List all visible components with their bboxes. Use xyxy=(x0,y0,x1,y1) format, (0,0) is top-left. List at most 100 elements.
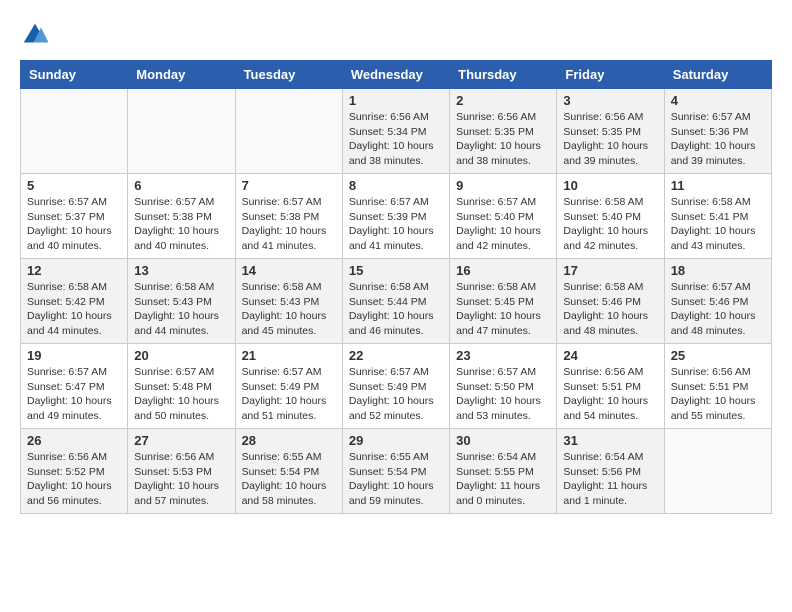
calendar-day-cell: 31 Sunrise: 6:54 AM Sunset: 5:56 PM Dayli… xyxy=(557,429,664,514)
calendar-day-cell xyxy=(21,89,128,174)
day-info: Sunrise: 6:56 AM Sunset: 5:51 PM Dayligh… xyxy=(671,365,765,424)
calendar-day-cell: 22 Sunrise: 6:57 AM Sunset: 5:49 PM Dayli… xyxy=(342,344,449,429)
day-info: Sunrise: 6:56 AM Sunset: 5:51 PM Dayligh… xyxy=(563,365,657,424)
calendar-day-cell: 13 Sunrise: 6:58 AM Sunset: 5:43 PM Dayli… xyxy=(128,259,235,344)
calendar-day-cell: 9 Sunrise: 6:57 AM Sunset: 5:40 PM Daylig… xyxy=(450,174,557,259)
page-header xyxy=(20,20,772,50)
calendar-day-cell: 24 Sunrise: 6:56 AM Sunset: 5:51 PM Dayli… xyxy=(557,344,664,429)
calendar-table: SundayMondayTuesdayWednesdayThursdayFrid… xyxy=(20,60,772,514)
calendar-day-cell: 3 Sunrise: 6:56 AM Sunset: 5:35 PM Daylig… xyxy=(557,89,664,174)
calendar-day-cell: 28Sunrise: 6:55 AM Sunset: 5:54 PM Dayli… xyxy=(235,429,342,514)
day-number: 5 xyxy=(27,178,121,193)
calendar-day-cell: 8 Sunrise: 6:57 AM Sunset: 5:39 PM Daylig… xyxy=(342,174,449,259)
day-number: 15 xyxy=(349,263,443,278)
day-info: Sunrise: 6:58 AM Sunset: 5:43 PM Dayligh… xyxy=(242,280,336,339)
weekday-header: Saturday xyxy=(664,61,771,89)
calendar-week-row: 1 Sunrise: 6:56 AM Sunset: 5:34 PM Daylig… xyxy=(21,89,772,174)
calendar-week-row: 26 Sunrise: 6:56 AM Sunset: 5:52 PM Dayli… xyxy=(21,429,772,514)
day-number: 7 xyxy=(242,178,336,193)
day-info: Sunrise: 6:58 AM Sunset: 5:45 PM Dayligh… xyxy=(456,280,550,339)
day-info: Sunrise: 6:57 AM Sunset: 5:38 PM Dayligh… xyxy=(134,195,228,254)
calendar-day-cell: 10 Sunrise: 6:58 AM Sunset: 5:40 PM Dayli… xyxy=(557,174,664,259)
weekday-header: Tuesday xyxy=(235,61,342,89)
day-info: Sunrise: 6:55 AM Sunset: 5:54 PM Dayligh… xyxy=(349,450,443,509)
day-info: Sunrise: 6:57 AM Sunset: 5:37 PM Dayligh… xyxy=(27,195,121,254)
weekday-header: Wednesday xyxy=(342,61,449,89)
day-number: 14 xyxy=(242,263,336,278)
day-number: 23 xyxy=(456,348,550,363)
day-info: Sunrise: 6:58 AM Sunset: 5:44 PM Dayligh… xyxy=(349,280,443,339)
day-number: 9 xyxy=(456,178,550,193)
day-info: Sunrise: 6:57 AM Sunset: 5:39 PM Dayligh… xyxy=(349,195,443,254)
day-info: Sunrise: 6:56 AM Sunset: 5:52 PM Dayligh… xyxy=(27,450,121,509)
day-info: Sunrise: 6:56 AM Sunset: 5:35 PM Dayligh… xyxy=(456,110,550,169)
day-number: 30 xyxy=(456,433,550,448)
logo xyxy=(20,20,54,50)
day-info: Sunrise: 6:57 AM Sunset: 5:46 PM Dayligh… xyxy=(671,280,765,339)
calendar-day-cell: 12 Sunrise: 6:58 AM Sunset: 5:42 PM Dayli… xyxy=(21,259,128,344)
day-number: 6 xyxy=(134,178,228,193)
day-info: Sunrise: 6:57 AM Sunset: 5:48 PM Dayligh… xyxy=(134,365,228,424)
day-number: 16 xyxy=(456,263,550,278)
day-info: Sunrise: 6:56 AM Sunset: 5:35 PM Dayligh… xyxy=(563,110,657,169)
calendar-day-cell: 14 Sunrise: 6:58 AM Sunset: 5:43 PM Dayli… xyxy=(235,259,342,344)
day-info: Sunrise: 6:58 AM Sunset: 5:41 PM Dayligh… xyxy=(671,195,765,254)
calendar-day-cell: 21Sunrise: 6:57 AM Sunset: 5:49 PM Dayli… xyxy=(235,344,342,429)
day-number: 18 xyxy=(671,263,765,278)
day-info: Sunrise: 6:58 AM Sunset: 5:43 PM Dayligh… xyxy=(134,280,228,339)
day-number: 20 xyxy=(134,348,228,363)
calendar-day-cell: 29Sunrise: 6:55 AM Sunset: 5:54 PM Dayli… xyxy=(342,429,449,514)
calendar-week-row: 12 Sunrise: 6:58 AM Sunset: 5:42 PM Dayli… xyxy=(21,259,772,344)
day-info: Sunrise: 6:57 AM Sunset: 5:49 PM Dayligh… xyxy=(349,365,443,424)
day-number: 12 xyxy=(27,263,121,278)
weekday-header: Sunday xyxy=(21,61,128,89)
calendar-day-cell: 2Sunrise: 6:56 AM Sunset: 5:35 PM Daylig… xyxy=(450,89,557,174)
calendar-day-cell xyxy=(664,429,771,514)
day-info: Sunrise: 6:54 AM Sunset: 5:56 PM Dayligh… xyxy=(563,450,657,509)
day-info: Sunrise: 6:56 AM Sunset: 5:34 PM Dayligh… xyxy=(349,110,443,169)
day-number: 1 xyxy=(349,93,443,108)
day-info: Sunrise: 6:57 AM Sunset: 5:38 PM Dayligh… xyxy=(242,195,336,254)
day-number: 27 xyxy=(134,433,228,448)
calendar-day-cell xyxy=(128,89,235,174)
calendar-day-cell: 20 Sunrise: 6:57 AM Sunset: 5:48 PM Dayli… xyxy=(128,344,235,429)
day-number: 8 xyxy=(349,178,443,193)
calendar-day-cell: 15 Sunrise: 6:58 AM Sunset: 5:44 PM Dayli… xyxy=(342,259,449,344)
day-number: 26 xyxy=(27,433,121,448)
day-number: 19 xyxy=(27,348,121,363)
day-number: 13 xyxy=(134,263,228,278)
day-number: 25 xyxy=(671,348,765,363)
calendar-day-cell: 26 Sunrise: 6:56 AM Sunset: 5:52 PM Dayli… xyxy=(21,429,128,514)
calendar-day-cell: 30 Sunrise: 6:54 AM Sunset: 5:55 PM Dayli… xyxy=(450,429,557,514)
calendar-day-cell: 23 Sunrise: 6:57 AM Sunset: 5:50 PM Dayli… xyxy=(450,344,557,429)
day-info: Sunrise: 6:58 AM Sunset: 5:42 PM Dayligh… xyxy=(27,280,121,339)
logo-icon xyxy=(20,20,50,50)
weekday-header: Friday xyxy=(557,61,664,89)
day-info: Sunrise: 6:57 AM Sunset: 5:50 PM Dayligh… xyxy=(456,365,550,424)
calendar-day-cell: 7 Sunrise: 6:57 AM Sunset: 5:38 PM Daylig… xyxy=(235,174,342,259)
calendar-day-cell: 25 Sunrise: 6:56 AM Sunset: 5:51 PM Dayli… xyxy=(664,344,771,429)
calendar-week-row: 5 Sunrise: 6:57 AM Sunset: 5:37 PM Daylig… xyxy=(21,174,772,259)
day-number: 10 xyxy=(563,178,657,193)
calendar-day-cell: 16 Sunrise: 6:58 AM Sunset: 5:45 PM Dayli… xyxy=(450,259,557,344)
day-info: Sunrise: 6:57 AM Sunset: 5:47 PM Dayligh… xyxy=(27,365,121,424)
day-info: Sunrise: 6:57 AM Sunset: 5:49 PM Dayligh… xyxy=(242,365,336,424)
day-info: Sunrise: 6:57 AM Sunset: 5:40 PM Dayligh… xyxy=(456,195,550,254)
day-info: Sunrise: 6:56 AM Sunset: 5:53 PM Dayligh… xyxy=(134,450,228,509)
day-info: Sunrise: 6:58 AM Sunset: 5:46 PM Dayligh… xyxy=(563,280,657,339)
weekday-header: Monday xyxy=(128,61,235,89)
calendar-week-row: 19 Sunrise: 6:57 AM Sunset: 5:47 PM Dayli… xyxy=(21,344,772,429)
day-info: Sunrise: 6:57 AM Sunset: 5:36 PM Dayligh… xyxy=(671,110,765,169)
calendar-day-cell: 11Sunrise: 6:58 AM Sunset: 5:41 PM Dayli… xyxy=(664,174,771,259)
day-number: 31 xyxy=(563,433,657,448)
day-info: Sunrise: 6:58 AM Sunset: 5:40 PM Dayligh… xyxy=(563,195,657,254)
calendar-day-cell: 18 Sunrise: 6:57 AM Sunset: 5:46 PM Dayli… xyxy=(664,259,771,344)
calendar-day-cell: 4Sunrise: 6:57 AM Sunset: 5:36 PM Daylig… xyxy=(664,89,771,174)
day-number: 24 xyxy=(563,348,657,363)
calendar-day-cell: 19 Sunrise: 6:57 AM Sunset: 5:47 PM Dayli… xyxy=(21,344,128,429)
day-info: Sunrise: 6:54 AM Sunset: 5:55 PM Dayligh… xyxy=(456,450,550,509)
day-number: 3 xyxy=(563,93,657,108)
day-info: Sunrise: 6:55 AM Sunset: 5:54 PM Dayligh… xyxy=(242,450,336,509)
calendar-day-cell: 17Sunrise: 6:58 AM Sunset: 5:46 PM Dayli… xyxy=(557,259,664,344)
day-number: 22 xyxy=(349,348,443,363)
